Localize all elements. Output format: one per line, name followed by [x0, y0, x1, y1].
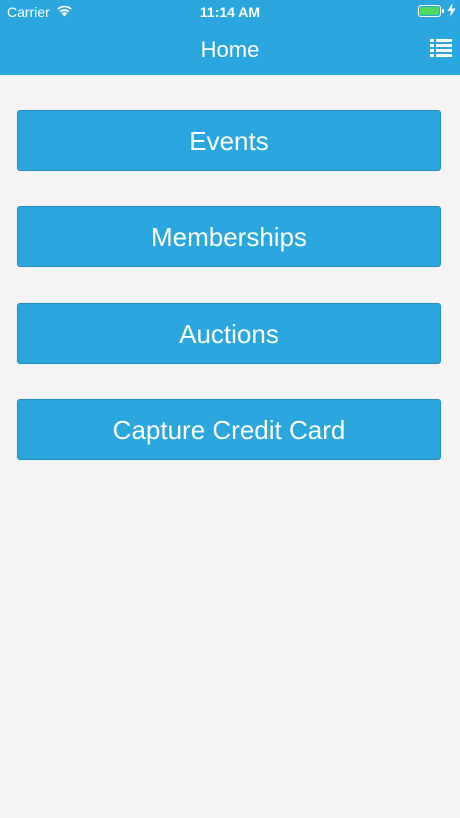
header-bar: Carrier 11:14 AM Home [0, 0, 460, 75]
clock-time: 11:14 AM [199, 4, 261, 20]
status-bar: Carrier 11:14 AM [0, 0, 460, 24]
list-menu-icon[interactable] [430, 38, 452, 58]
battery-icon [418, 5, 444, 17]
events-button[interactable]: Events [17, 110, 441, 171]
lightning-bolt-icon [447, 3, 456, 17]
auctions-button[interactable]: Auctions [17, 303, 441, 364]
battery-level-fill [420, 7, 439, 15]
navigation-bar: Home [0, 24, 460, 75]
memberships-button[interactable]: Memberships [17, 206, 441, 267]
page-title: Home [200, 37, 260, 62]
capture-credit-card-button[interactable]: Capture Credit Card [17, 399, 441, 460]
